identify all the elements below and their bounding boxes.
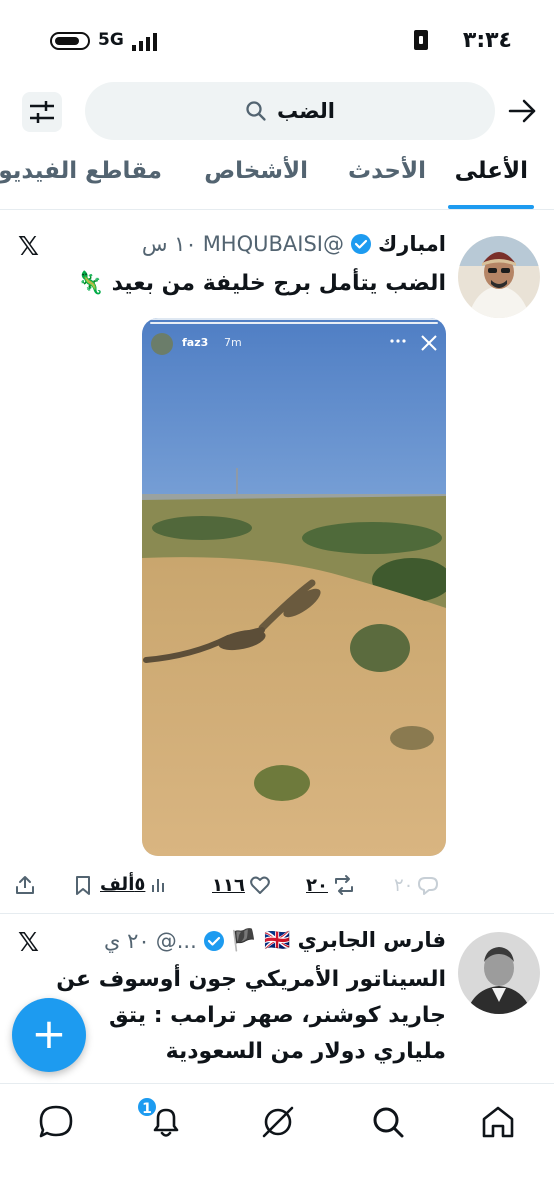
bottom-navigation: 1 bbox=[0, 1083, 554, 1199]
grok-icon[interactable] bbox=[258, 1102, 298, 1142]
plus-icon: + bbox=[31, 1009, 67, 1058]
post-text-line: السيناتور الأمريكي جون أوسوف عن bbox=[56, 967, 446, 992]
author-name[interactable]: فارس الجابري 🇬🇧 🏴 bbox=[231, 928, 446, 953]
verified-badge-icon bbox=[203, 930, 224, 951]
post-text-line: جاريد كوشنر، صهر ترامب : يتق bbox=[108, 1003, 446, 1028]
compose-button[interactable]: + bbox=[12, 998, 86, 1072]
x-logo-icon: 𝕏 bbox=[18, 928, 39, 958]
post-time: ٢٠ ي bbox=[104, 928, 150, 953]
home-icon[interactable] bbox=[478, 1102, 518, 1142]
messages-icon[interactable] bbox=[36, 1102, 76, 1142]
avatar[interactable] bbox=[458, 932, 540, 1014]
notifications-badge: 1 bbox=[136, 1096, 158, 1118]
search-icon[interactable] bbox=[368, 1102, 408, 1142]
post-text-line: ملياري دولار من السعودية bbox=[165, 1039, 446, 1064]
author-handle[interactable]: ...@ bbox=[156, 929, 197, 953]
post[interactable]: فارس الجابري 🇬🇧 🏴 ...@ ٢٠ ي 𝕏 السيناتور … bbox=[0, 0, 554, 1083]
post-header: فارس الجابري 🇬🇧 🏴 ...@ ٢٠ ي bbox=[104, 928, 446, 953]
